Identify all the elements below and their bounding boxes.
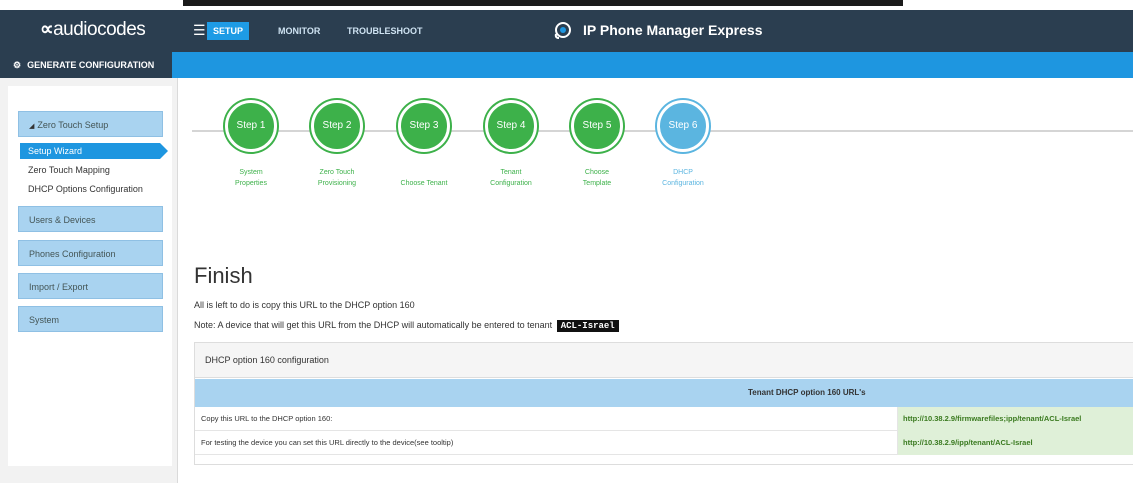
- table-row: Copy this URL to the DHCP option 160: ht…: [195, 407, 1133, 431]
- step-1-caption: System Properties: [235, 169, 267, 187]
- panel-heading: DHCP option 160 configuration: [195, 343, 1133, 378]
- dhcp-url-cell[interactable]: http://10.38.2.9/firmwarefiles;ipp/tenan…: [898, 407, 1133, 431]
- step-5-caption: Choose Template: [582, 169, 612, 187]
- step-4-circle[interactable]: Step 4: [485, 100, 537, 152]
- step-3-circle[interactable]: Step 3: [398, 100, 450, 152]
- logo-mark: ∝: [40, 19, 54, 40]
- step-5-circle[interactable]: Step 5: [571, 100, 623, 152]
- sidebar-subitem-setup-wizard[interactable]: Setup Wizard: [20, 143, 168, 159]
- row-label: For testing the device you can set this …: [195, 431, 898, 455]
- step-1-circle[interactable]: Step 1: [225, 100, 277, 152]
- generate-configuration-label: GENERATE CONFIGURATION: [27, 60, 155, 70]
- nav-setup[interactable]: SETUP: [207, 22, 250, 40]
- step-2-caption: Zero Touch Provisioning: [317, 169, 357, 187]
- sidebar-item-label: Zero Touch Setup: [37, 120, 109, 130]
- finish-instruction: All is left to do is copy this URL to th…: [194, 300, 415, 310]
- step-3-caption: Choose Tenant: [400, 180, 448, 187]
- hamburger-menu-icon[interactable]: ☰: [193, 22, 206, 39]
- generate-configuration-tab[interactable]: ⚙ GENERATE CONFIGURATION: [0, 52, 172, 78]
- sidebar-item-zero-touch-setup[interactable]: ◢ Zero Touch Setup: [18, 111, 163, 137]
- step-6-circle[interactable]: Step 6: [657, 100, 709, 152]
- sidebar-item-system[interactable]: System: [18, 306, 163, 332]
- sidebar-subitem-zero-touch-mapping[interactable]: Zero Touch Mapping: [28, 165, 110, 175]
- cropped-title-bar: [183, 0, 903, 6]
- logo-text: audiocodes: [53, 19, 146, 40]
- sidebar-item-users-devices[interactable]: Users & Devices: [18, 206, 163, 232]
- audiocodes-logo[interactable]: ∝audiocodes: [40, 18, 146, 41]
- table-header-label: Tenant DHCP option 160 URL's: [748, 388, 866, 397]
- step-4-caption: Tenant Configuration: [490, 169, 532, 187]
- app-title: IP Phone Manager Express: [583, 22, 763, 38]
- table-row: For testing the device you can set this …: [195, 431, 1133, 455]
- top-navigation-bar: ∝audiocodes ☰ SETUP MONITOR TROUBLESHOOT…: [0, 10, 1133, 52]
- phone-gear-icon: [554, 22, 571, 39]
- nav-monitor[interactable]: MONITOR: [272, 22, 326, 40]
- window-top-strip: [0, 0, 1133, 10]
- test-url-cell[interactable]: http://10.38.2.9/ipp/tenant/ACL-Israel: [898, 431, 1133, 455]
- row-label: Copy this URL to the DHCP option 160:: [195, 407, 898, 431]
- table-header: Tenant DHCP option 160 URL's: [195, 379, 1133, 407]
- step-6-caption: DHCP Configuration: [662, 169, 704, 187]
- sidebar-subitem-dhcp-options[interactable]: DHCP Options Configuration: [28, 184, 143, 194]
- tenant-badge: ACL-Israel: [556, 320, 619, 332]
- gear-icon: ⚙: [13, 60, 22, 70]
- finish-note: Note: A device that will get this URL fr…: [194, 320, 619, 332]
- dhcp-option-panel: DHCP option 160 configuration Tenant DHC…: [194, 342, 1133, 465]
- sidebar-item-phones-configuration[interactable]: Phones Configuration: [18, 240, 163, 266]
- triangle-down-icon: ◢: [29, 123, 35, 130]
- step-2-circle[interactable]: Step 2: [311, 100, 363, 152]
- sidebar-item-import-export[interactable]: Import / Export: [18, 273, 163, 299]
- finish-note-text: Note: A device that will get this URL fr…: [194, 320, 553, 330]
- finish-heading: Finish: [194, 263, 253, 288]
- nav-troubleshoot[interactable]: TROUBLESHOOT: [341, 22, 429, 40]
